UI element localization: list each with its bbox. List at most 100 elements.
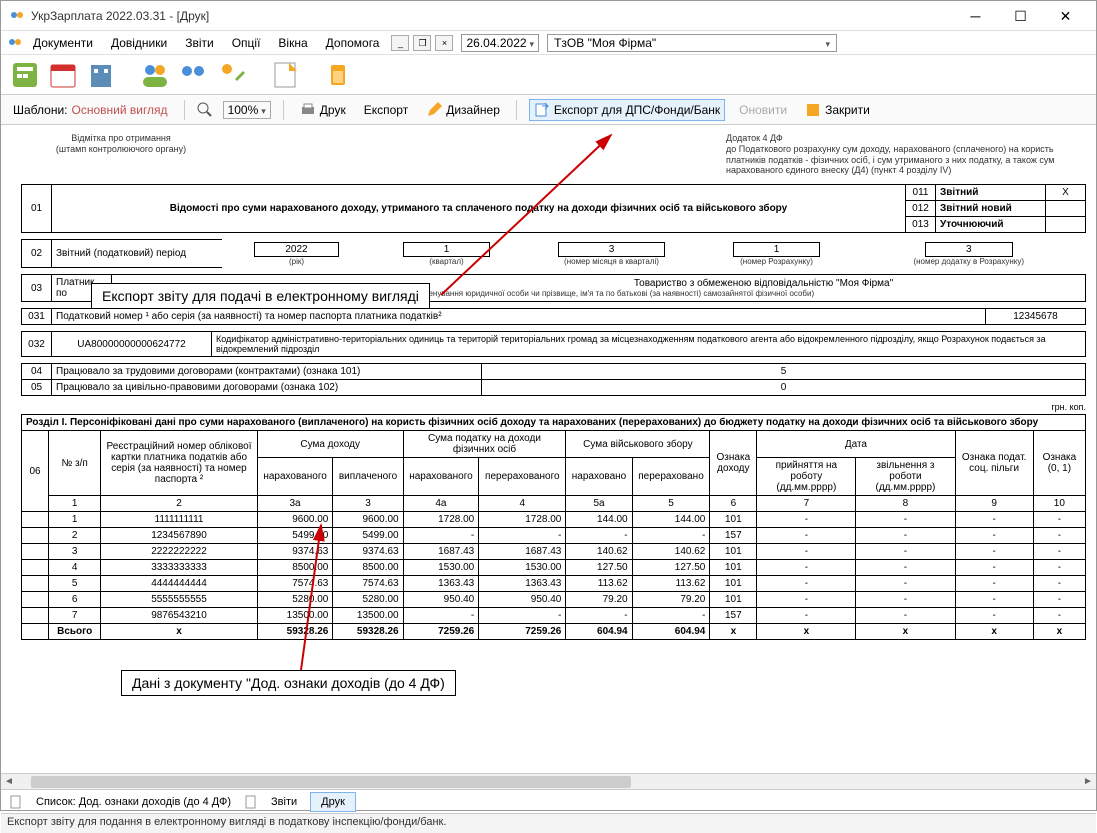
zoom-selector[interactable]: 100% xyxy=(223,101,271,119)
export-label: Експорт xyxy=(364,103,408,117)
total-cell: 7259.26 xyxy=(479,624,566,640)
print-label: Друк xyxy=(320,103,346,117)
data-cell: 5 xyxy=(49,576,101,592)
export-dps-label: Експорт для ДПС/Фонди/Банк xyxy=(554,103,720,117)
stamp-line1: Відмітка про отримання xyxy=(21,133,221,144)
callout-data: Дані з документу "Дод. ознаки доходів (д… xyxy=(121,670,456,696)
drink-icon[interactable] xyxy=(323,59,355,91)
data-cell: 127.50 xyxy=(566,560,632,576)
horizontal-scrollbar[interactable]: ◄ ► xyxy=(1,773,1096,789)
designer-label: Дизайнер xyxy=(446,103,500,117)
table-row: 544444444447574.637574.631363.431363.431… xyxy=(22,576,1086,592)
firm-selector[interactable]: ТзОВ "Моя Фірма" xyxy=(547,34,837,52)
calendar-icon[interactable] xyxy=(47,59,79,91)
date-picker[interactable]: 26.04.2022 xyxy=(461,34,539,52)
data-cell: - xyxy=(1033,528,1085,544)
calc-icon[interactable] xyxy=(9,59,41,91)
row06-code: 06 xyxy=(22,431,49,512)
period-year: 2022 xyxy=(254,242,338,257)
users-icon[interactable] xyxy=(177,59,209,91)
data-cell: 1363.43 xyxy=(479,576,566,592)
data-cell: - xyxy=(403,608,479,624)
lead-cell xyxy=(22,512,49,528)
chevron-down-icon xyxy=(261,103,266,117)
row0405-table: 04 Працювало за трудовими договорами (ко… xyxy=(21,363,1086,396)
menu-help[interactable]: Допомога xyxy=(318,34,388,52)
tab-reports[interactable]: Звіти xyxy=(260,792,308,812)
building-icon[interactable] xyxy=(85,59,117,91)
total-cell: 59328.26 xyxy=(257,624,333,640)
data-cell: - xyxy=(856,560,955,576)
people-icon[interactable] xyxy=(139,59,171,91)
menu-options[interactable]: Опції xyxy=(224,34,269,52)
export-dps-button[interactable]: Експорт для ДПС/Фонди/Банк xyxy=(529,99,725,121)
row02-table: 02 Звітний (податковий) період 2022(рік)… xyxy=(21,239,1086,268)
hdr-income-a: нарахованого xyxy=(257,458,333,496)
data-cell: - xyxy=(566,608,632,624)
menu-documents[interactable]: Документи xyxy=(25,34,101,52)
refresh-button[interactable]: Оновити xyxy=(735,101,791,119)
data-cell: 101 xyxy=(710,592,757,608)
data-cell: - xyxy=(856,592,955,608)
tab-list[interactable]: Список: Дод. ознаки доходів (до 4 ДФ) xyxy=(25,792,242,812)
report-header: Відмітка про отримання (штамп контролююч… xyxy=(21,133,1086,176)
data-cell: - xyxy=(1033,608,1085,624)
data-cell: 5499.00 xyxy=(333,528,403,544)
table-row: 212345678905499.005499.00----157---- xyxy=(22,528,1086,544)
export-button[interactable]: Експорт xyxy=(360,101,412,119)
row02-code: 02 xyxy=(22,240,52,268)
menu-reports[interactable]: Звіти xyxy=(177,34,222,52)
print-button[interactable]: Друк xyxy=(296,100,350,120)
mdi-minimize[interactable]: _ xyxy=(391,35,409,51)
hdr-tax-p: перерахованого xyxy=(479,458,566,496)
notebook-icon[interactable] xyxy=(269,59,301,91)
colnum-cell: 4а xyxy=(403,496,479,512)
data-cell: 9600.00 xyxy=(333,512,403,528)
menu-directories[interactable]: Довідники xyxy=(103,34,175,52)
date-value: 26.04.2022 xyxy=(466,36,526,50)
separator xyxy=(184,100,185,120)
row032-code: 032 xyxy=(22,332,52,357)
menu-windows[interactable]: Вікна xyxy=(270,34,315,52)
total-cell: х xyxy=(856,624,955,640)
lead-cell xyxy=(22,592,49,608)
maximize-button[interactable]: ☐ xyxy=(998,2,1043,30)
data-cell: - xyxy=(757,544,856,560)
data-cell: 101 xyxy=(710,576,757,592)
templates-dropdown[interactable]: Шаблони: Основний вигляд xyxy=(9,101,172,119)
data-cell: 144.00 xyxy=(632,512,710,528)
data-cell: - xyxy=(479,528,566,544)
total-cell: х xyxy=(1033,624,1085,640)
data-cell: 140.62 xyxy=(632,544,710,560)
statusbar: Експорт звіту для подання в електронному… xyxy=(1,813,1096,833)
period-month: 3 xyxy=(558,242,666,257)
close-window-button[interactable]: ✕ xyxy=(1043,2,1088,30)
data-cell: 4444444444 xyxy=(101,576,257,592)
lead-cell xyxy=(22,544,49,560)
mdi-close[interactable]: × xyxy=(435,35,453,51)
report-viewport[interactable]: Відмітка про отримання (штамп контролююч… xyxy=(1,125,1096,773)
user-edit-icon[interactable] xyxy=(215,59,247,91)
close-button[interactable]: Закрити xyxy=(801,100,874,120)
data-cell: - xyxy=(955,576,1033,592)
colnum-cell: 8 xyxy=(856,496,955,512)
data-cell: - xyxy=(479,608,566,624)
tab-print[interactable]: Друк xyxy=(310,792,356,812)
mdi-restore[interactable]: ❐ xyxy=(413,35,431,51)
data-cell: 2222222222 xyxy=(101,544,257,560)
scroll-left-icon[interactable]: ◄ xyxy=(1,776,17,787)
total-cell xyxy=(22,624,49,640)
data-cell: - xyxy=(955,512,1033,528)
data-cell: - xyxy=(632,608,710,624)
colnum-cell: 5 xyxy=(632,496,710,512)
minimize-button[interactable]: ─ xyxy=(953,2,998,30)
designer-button[interactable]: Дизайнер xyxy=(422,100,504,120)
scroll-thumb[interactable] xyxy=(31,776,631,788)
colnum-cell: 6 xyxy=(710,496,757,512)
data-cell: - xyxy=(757,576,856,592)
scroll-right-icon[interactable]: ► xyxy=(1080,776,1096,787)
row032-desc: Кодифікатор адміністративно-територіальн… xyxy=(212,332,1086,357)
data-cell: 127.50 xyxy=(632,560,710,576)
row031-val: 12345678 xyxy=(986,309,1086,325)
data-cell: 101 xyxy=(710,544,757,560)
